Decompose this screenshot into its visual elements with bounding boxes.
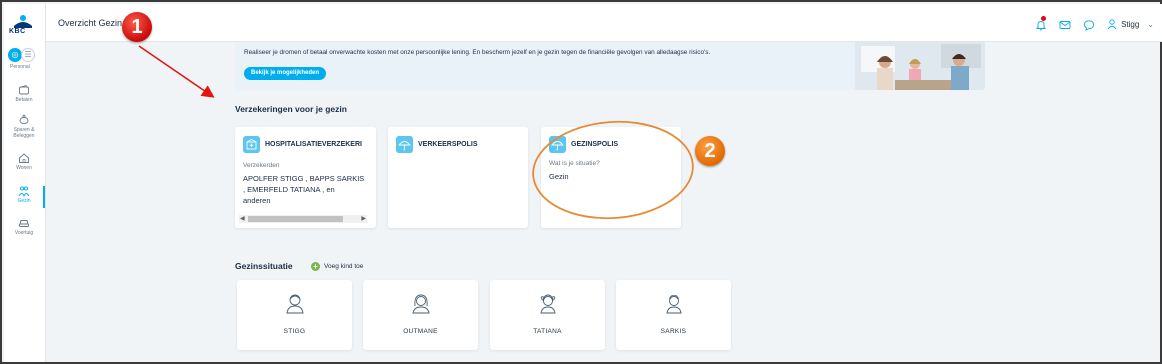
family-photo xyxy=(855,42,985,90)
user-menu[interactable]: Stigg ⌄ xyxy=(1107,18,1154,30)
insured-line: APOLFER STIGG , BAPPS SARKIS xyxy=(243,174,365,183)
annotation-arrow xyxy=(138,45,215,98)
view-options-button[interactable]: Bekijk je mogelijkheden xyxy=(244,67,327,80)
app-frame: KBC ◎ ☰ Personal Betalen Sparen & Belegg… xyxy=(0,0,1162,364)
piggy-bank-icon xyxy=(19,114,29,125)
sidebar-item-gezin[interactable]: Gezin xyxy=(4,185,44,204)
kbc-logo-text: KBC xyxy=(9,28,26,35)
promo-banner: Realiseer je dromen of betaal onverwacht… xyxy=(235,42,985,90)
card-title: VERKEERSPOLIS xyxy=(418,141,478,148)
card-title: HOSPITALISATIEVERZEKERI xyxy=(265,141,362,148)
traffic-policy-card[interactable]: VERKEERSPOLIS xyxy=(388,127,528,228)
active-indicator xyxy=(43,186,45,208)
persona-label: Personal xyxy=(10,64,30,70)
insurance-section-title: Verzekeringen voor je gezin xyxy=(235,104,347,114)
add-child-button[interactable]: + Voeg kind toe xyxy=(311,261,363,271)
family-member-card[interactable]: STIGG xyxy=(237,280,352,350)
hospitalisation-card[interactable]: HOSPITALISATIEVERZEKERI Verzekerden APOL… xyxy=(235,127,376,228)
sidebar-item-label: Voertuig xyxy=(14,230,34,236)
umbrella-icon xyxy=(549,136,566,153)
step-1-badge: 1 xyxy=(122,12,152,42)
car-icon xyxy=(19,220,29,227)
house-icon xyxy=(19,153,29,163)
scroll-right-icon[interactable]: ▶ xyxy=(361,215,366,223)
mail-icon xyxy=(1059,21,1071,29)
card-title: GEZINSPOLIS xyxy=(571,141,619,148)
family-icon xyxy=(18,186,30,197)
banner-text: Realiseer je dromen of betaal onverwacht… xyxy=(244,49,711,56)
boy-avatar-icon xyxy=(666,295,682,314)
family-situation-value: Gezin xyxy=(549,172,569,181)
card-sub-label: Verzekerden xyxy=(243,162,280,169)
member-name: TATIANA xyxy=(533,328,562,335)
insured-persons: APOLFER STIGG , BAPPS SARKIS , EMERFELD … xyxy=(243,173,364,206)
insured-line: , EMERFELD TATIANA , en xyxy=(243,185,335,194)
user-name: Stigg xyxy=(1121,19,1140,29)
member-name: OUTMANE xyxy=(403,328,438,335)
girl-avatar-icon xyxy=(540,294,556,314)
persona-switch[interactable]: ◎ ☰ xyxy=(8,48,40,62)
family-member-card[interactable]: TATIANA xyxy=(490,280,605,350)
top-actions: Stigg ⌄ xyxy=(1023,16,1154,31)
top-bar: Overzicht Gezin Stigg ⌄ xyxy=(46,4,1162,42)
sidebar-item-voertuig[interactable]: Voertuig xyxy=(4,217,44,236)
chat-icon xyxy=(1084,20,1095,31)
sidebar-item-label: Wonen xyxy=(16,165,32,171)
persona-avatar-active[interactable]: ◎ xyxy=(8,48,22,62)
breadcrumb[interactable]: Overzicht Gezin xyxy=(58,18,122,28)
horizontal-scrollbar[interactable]: ◀ ▶ xyxy=(239,215,367,223)
sidebar-item-label: Gezin xyxy=(17,198,31,204)
family-policy-card[interactable]: GEZINSPOLIS Wat is je situatie? Gezin xyxy=(541,127,681,228)
step-2-badge: 2 xyxy=(695,136,725,166)
hospital-icon xyxy=(243,136,260,153)
plus-icon: + xyxy=(311,261,320,271)
umbrella-icon xyxy=(396,136,413,153)
messages-button[interactable] xyxy=(1059,18,1071,30)
add-child-label: Voeg kind toe xyxy=(324,262,364,270)
notifications-button[interactable] xyxy=(1035,16,1047,31)
member-name: SARKIS xyxy=(660,328,687,335)
scroll-left-icon[interactable]: ◀ xyxy=(240,215,245,223)
family-section-title: Gezinssituatie xyxy=(235,261,293,271)
sidebar-item-wonen[interactable]: Wonen xyxy=(4,152,44,171)
sidebar-item-betalen[interactable]: Betalen xyxy=(4,84,44,103)
sidebar-item-label: Betalen xyxy=(15,97,33,103)
insured-line: anderen xyxy=(243,196,271,205)
man-avatar-icon xyxy=(286,294,304,314)
chat-button[interactable] xyxy=(1083,18,1095,31)
scrollbar-thumb[interactable] xyxy=(248,216,343,222)
bell-icon xyxy=(1035,21,1047,31)
persona-avatar-other[interactable]: ☰ xyxy=(21,48,35,62)
sidebar-item-sparen[interactable]: Sparen & Beleggen xyxy=(4,114,44,139)
sidebar: KBC ◎ ☰ Personal Betalen Sparen & Belegg… xyxy=(4,4,46,362)
card-sub-label: Wat is je situatie? xyxy=(549,160,600,167)
chevron-down-icon: ⌄ xyxy=(1147,19,1154,29)
sidebar-item-label: Sparen & Beleggen xyxy=(13,127,35,139)
woman-avatar-icon xyxy=(412,294,430,314)
family-member-card[interactable]: OUTMANE xyxy=(363,280,478,350)
user-icon xyxy=(1107,19,1117,30)
member-name: STIGG xyxy=(283,328,306,335)
family-member-card[interactable]: SARKIS xyxy=(616,280,731,350)
wallet-icon xyxy=(19,84,29,95)
